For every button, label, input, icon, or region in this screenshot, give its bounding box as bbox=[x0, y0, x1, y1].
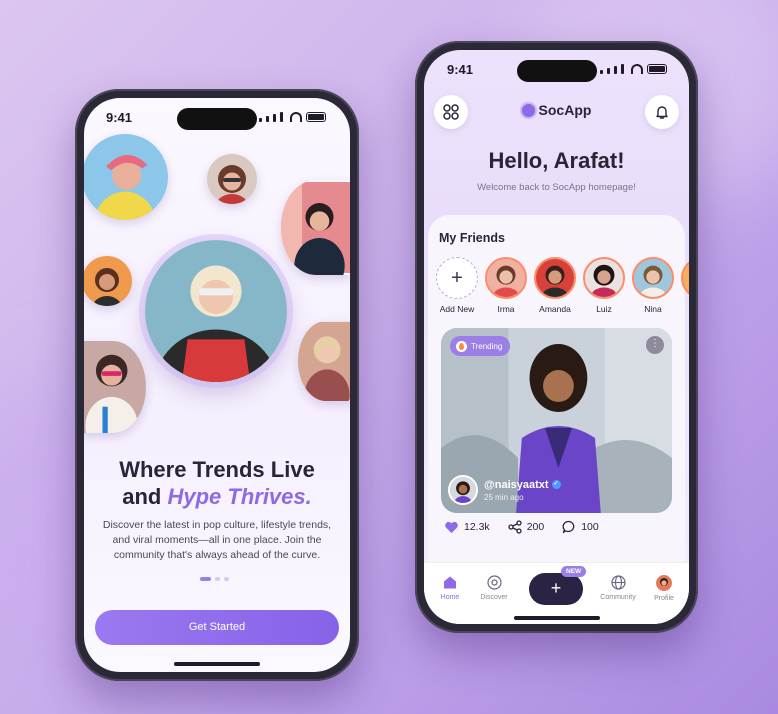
page-dot-2[interactable] bbox=[215, 577, 220, 581]
battery-icon bbox=[647, 64, 667, 74]
author-avatar[interactable] bbox=[448, 475, 478, 505]
greeting: Hello, Arafat! bbox=[488, 148, 625, 173]
bottom-nav: Home Discover + NEW Community Profile bbox=[424, 562, 689, 624]
onboarding-phone: 9:41 Where Trends Live and Hype Thrives.… bbox=[75, 89, 359, 681]
post-author[interactable]: @naisyaatxt ✓ 25 min ago bbox=[448, 475, 561, 505]
avatar-icon bbox=[656, 575, 672, 591]
nav-label: Community bbox=[600, 594, 636, 601]
comment-count: 100 bbox=[581, 521, 599, 533]
notifications-button[interactable] bbox=[645, 95, 679, 129]
bell-icon bbox=[656, 105, 668, 119]
headline-line1: Where Trends Live bbox=[119, 457, 315, 482]
friend-avatar bbox=[534, 257, 576, 299]
trend-photo-6 bbox=[298, 321, 350, 401]
welcome-text: Welcome back to SocApp homepage! bbox=[477, 182, 636, 193]
flame-icon bbox=[456, 340, 467, 352]
status-time: 9:41 bbox=[447, 62, 474, 77]
friend-amanda[interactable]: Amanda bbox=[534, 257, 576, 314]
onboarding-description: Discover the latest in pop culture, life… bbox=[102, 519, 332, 561]
trend-photo-4 bbox=[84, 256, 132, 306]
friend-partial[interactable] bbox=[681, 257, 689, 299]
trend-photo-featured bbox=[145, 240, 287, 382]
nav-discover[interactable]: Discover bbox=[474, 575, 514, 601]
onboarding-screen: 9:41 Where Trends Live and Hype Thrives.… bbox=[84, 98, 350, 672]
trend-photo-2 bbox=[207, 154, 257, 204]
wifi-icon bbox=[631, 64, 643, 74]
friend-name: Luiz bbox=[596, 304, 612, 314]
wifi-icon bbox=[290, 112, 302, 122]
share-icon bbox=[508, 520, 522, 534]
nav-label: Home bbox=[440, 594, 460, 601]
headline-and: and bbox=[122, 484, 168, 509]
status-icons bbox=[259, 112, 326, 122]
friends-section-title: My Friends bbox=[439, 231, 505, 245]
nav-community[interactable]: Community bbox=[598, 575, 638, 601]
post-stats: 12.3k 200 100 bbox=[444, 520, 599, 534]
nav-profile[interactable]: Profile bbox=[644, 575, 684, 602]
heart-icon bbox=[445, 521, 458, 533]
status-time: 9:41 bbox=[106, 110, 133, 125]
home-indicator bbox=[513, 616, 600, 620]
comment-icon bbox=[562, 520, 575, 534]
brand-name: SocApp bbox=[538, 102, 592, 118]
friend-avatar bbox=[632, 257, 674, 299]
add-friend-button[interactable]: + Add New bbox=[436, 257, 478, 314]
add-new-label: Add New bbox=[439, 304, 475, 314]
friend-nina[interactable]: Nina bbox=[632, 257, 674, 314]
trending-label: Trending bbox=[471, 341, 503, 351]
dynamic-island bbox=[516, 60, 597, 82]
logo-icon bbox=[521, 104, 535, 117]
nav-label: Profile bbox=[654, 595, 674, 602]
share-count: 200 bbox=[526, 521, 545, 533]
trending-badge[interactable]: Trending bbox=[450, 336, 511, 356]
headline-accent: Hype Thrives. bbox=[167, 484, 312, 509]
get-started-button[interactable]: Get Started bbox=[95, 610, 339, 645]
new-badge: NEW bbox=[561, 566, 587, 577]
friend-avatar bbox=[583, 257, 625, 299]
friend-name: Nina bbox=[644, 304, 662, 314]
friend-name: Irma bbox=[497, 304, 515, 314]
friend-luiz[interactable]: Luiz bbox=[583, 257, 625, 314]
verified-icon: ✓ bbox=[551, 480, 561, 489]
nav-home[interactable]: Home bbox=[430, 575, 470, 601]
plus-icon: + bbox=[436, 257, 478, 299]
home-icon bbox=[444, 576, 456, 589]
friend-name: Amanda bbox=[539, 304, 571, 314]
nav-label: Discover bbox=[480, 594, 508, 601]
like-button[interactable]: 12.3k bbox=[444, 521, 490, 534]
friend-avatar bbox=[485, 257, 527, 299]
home-phone: 9:41 SocApp Hello, Arafat! Welcome back … bbox=[415, 41, 698, 633]
share-button[interactable]: 200 bbox=[508, 520, 545, 534]
like-count: 12.3k bbox=[464, 521, 490, 533]
trend-photo-5 bbox=[84, 341, 146, 433]
friend-irma[interactable]: Irma bbox=[485, 257, 527, 314]
page-dot-1[interactable] bbox=[200, 577, 211, 581]
compass-icon bbox=[486, 575, 502, 590]
more-options-button[interactable]: ⋮ bbox=[646, 336, 664, 354]
trending-post[interactable]: Trending ⋮ @naisyaatxt ✓ 25 min ago bbox=[441, 328, 672, 513]
create-post-button[interactable]: + bbox=[529, 573, 583, 605]
page-dot-3[interactable] bbox=[224, 577, 229, 581]
post-time: 25 min ago bbox=[484, 492, 524, 502]
headline-line2: and Hype Thrives. bbox=[84, 483, 350, 510]
dynamic-island bbox=[177, 108, 257, 130]
page-indicator[interactable] bbox=[200, 577, 229, 581]
globe-icon bbox=[610, 575, 626, 590]
trend-photo-3 bbox=[281, 180, 350, 275]
home-indicator bbox=[174, 662, 260, 666]
status-icons bbox=[600, 64, 667, 74]
battery-icon bbox=[306, 112, 326, 122]
trend-photo-1 bbox=[84, 134, 168, 220]
home-screen: 9:41 SocApp Hello, Arafat! Welcome back … bbox=[424, 50, 689, 624]
comment-button[interactable]: 100 bbox=[562, 520, 599, 534]
friend-avatar bbox=[681, 257, 689, 299]
author-username[interactable]: @naisyaatxt bbox=[484, 479, 549, 491]
